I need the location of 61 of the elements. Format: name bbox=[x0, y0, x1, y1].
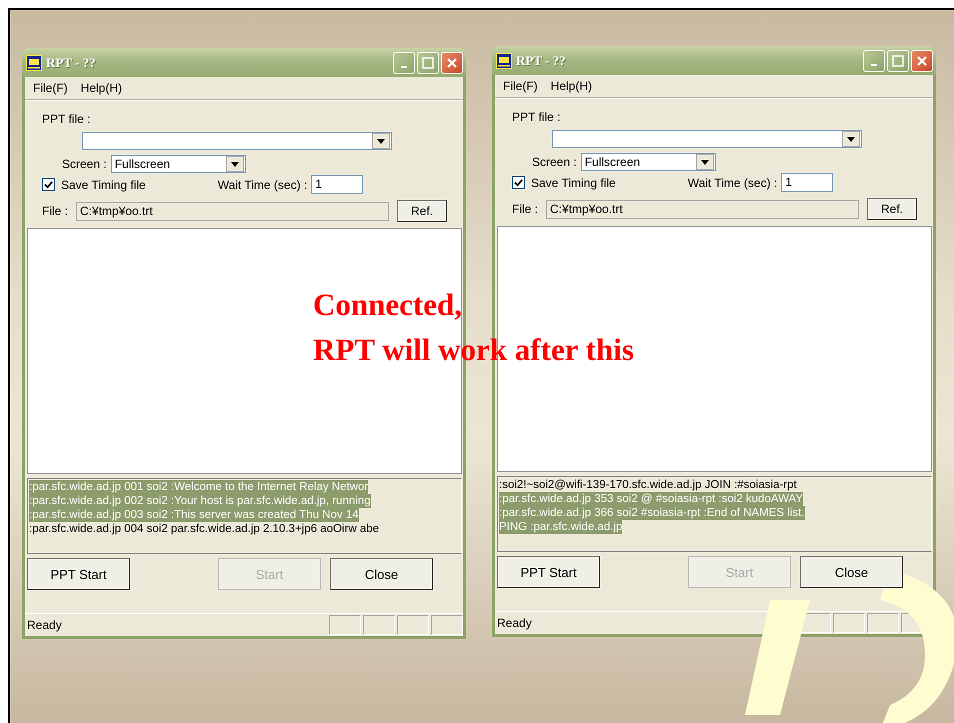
field-label: File : bbox=[512, 202, 538, 216]
status-pane bbox=[363, 615, 395, 635]
file-path-field[interactable]: C:¥tmp¥oo.trt bbox=[546, 200, 859, 218]
action-button[interactable]: Close bbox=[800, 556, 903, 588]
log-line: :soi2!~soi2@wifi-139-170.sfc.wide.ad.jp JOIN :#soiasia-rpt bbox=[499, 478, 797, 492]
menu-item[interactable]: File(F) bbox=[503, 79, 538, 93]
close-icon bbox=[916, 54, 928, 66]
log-line: :par.sfc.wide.ad.jp 004 soi2 par.sfc.wide.ad.jp 2.10.3+jp6 aoOirw abe bbox=[29, 522, 380, 536]
maximize-icon bbox=[892, 54, 904, 66]
field-label: Wait Time (sec) : bbox=[688, 176, 778, 190]
status-pane bbox=[329, 615, 361, 635]
ppt-file-dropdown[interactable] bbox=[82, 132, 392, 150]
window-title: RPT - ?? bbox=[46, 54, 96, 70]
menu-item[interactable]: File(F) bbox=[33, 81, 68, 95]
status-pane bbox=[867, 613, 899, 633]
dropdown-value: Fullscreen bbox=[584, 155, 642, 169]
app-icon bbox=[496, 52, 512, 68]
minimize-button[interactable] bbox=[863, 50, 885, 72]
maximize-button[interactable] bbox=[887, 50, 909, 72]
close-button[interactable] bbox=[441, 52, 463, 74]
maximize-button[interactable] bbox=[417, 52, 439, 74]
field-label: Screen : bbox=[62, 157, 107, 171]
caption-line: Connected, bbox=[313, 286, 463, 324]
status-pane bbox=[397, 615, 429, 635]
field-label: Screen : bbox=[532, 155, 577, 169]
screen-dropdown[interactable]: Fullscreen bbox=[110, 155, 246, 173]
menu-item[interactable]: Help(H) bbox=[550, 79, 592, 93]
close-icon bbox=[446, 56, 458, 68]
caption-line: RPT will work after this bbox=[313, 331, 634, 369]
status-pane bbox=[431, 615, 463, 635]
field-label: Wait Time (sec) : bbox=[218, 178, 308, 192]
minimize-icon bbox=[401, 66, 407, 68]
checkbox-label: Save Timing file bbox=[61, 178, 146, 192]
action-button[interactable]: PPT Start bbox=[27, 558, 130, 590]
menu-item[interactable]: Help(H) bbox=[80, 81, 122, 95]
wait-time-field[interactable]: 1 bbox=[781, 173, 834, 192]
ref-button[interactable]: Ref. bbox=[867, 198, 917, 220]
action-button[interactable]: Close bbox=[330, 558, 433, 590]
close-button[interactable] bbox=[911, 50, 933, 72]
field-label: File : bbox=[42, 204, 68, 218]
status-text: Ready bbox=[497, 616, 533, 630]
minimize-button[interactable] bbox=[393, 52, 415, 74]
maximize-icon bbox=[422, 56, 434, 68]
action-button[interactable]: PPT Start bbox=[497, 556, 600, 588]
field-label: PPT file : bbox=[512, 110, 562, 124]
status-pane bbox=[799, 613, 831, 633]
screen-dropdown[interactable]: Fullscreen bbox=[580, 153, 716, 171]
field-label: PPT file : bbox=[42, 112, 92, 126]
ppt-file-dropdown[interactable] bbox=[552, 130, 862, 148]
dropdown-value: Fullscreen bbox=[114, 157, 172, 171]
status-pane bbox=[833, 613, 865, 633]
checkbox[interactable] bbox=[42, 178, 55, 191]
file-path-field[interactable]: C:¥tmp¥oo.trt bbox=[76, 202, 389, 220]
wait-time-field[interactable]: 1 bbox=[311, 175, 364, 194]
checkbox[interactable] bbox=[512, 176, 525, 189]
minimize-icon bbox=[871, 64, 877, 66]
checkbox-label: Save Timing file bbox=[531, 176, 616, 190]
window-title: RPT - ?? bbox=[516, 52, 566, 68]
app-icon bbox=[26, 54, 42, 70]
status-text: Ready bbox=[27, 618, 63, 632]
ref-button[interactable]: Ref. bbox=[397, 200, 447, 222]
